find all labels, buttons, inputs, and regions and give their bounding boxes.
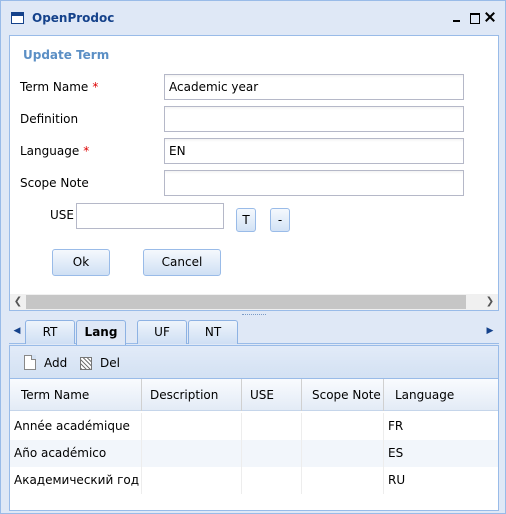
delete-button[interactable]: Del	[80, 354, 122, 372]
definition-input[interactable]	[164, 106, 464, 132]
window-icon	[11, 12, 24, 24]
cell-use	[242, 413, 302, 440]
required-marker: *	[83, 144, 90, 158]
cell-use	[242, 440, 302, 467]
scrollbar-thumb[interactable]	[26, 295, 466, 309]
cancel-button[interactable]: Cancel	[143, 249, 221, 276]
cell-use	[242, 467, 302, 494]
update-term-form: Update Term Term Name* Definition Langua…	[9, 35, 499, 311]
cell-scope-note	[302, 440, 384, 467]
languages-grid-panel: Add Del Term Name Description USE Scope …	[9, 345, 499, 511]
delete-icon	[80, 357, 92, 370]
table-row[interactable]: Année académique FR	[10, 413, 498, 440]
use-label: USE	[50, 208, 74, 222]
scroll-left-icon[interactable]: ❮	[10, 294, 26, 310]
cell-scope-note	[302, 413, 384, 440]
scope-note-input[interactable]	[164, 170, 464, 196]
add-button[interactable]: Add	[24, 354, 67, 372]
tab-scroll-left-icon[interactable]: ◀	[10, 323, 24, 339]
cell-description	[142, 467, 242, 494]
cell-scope-note	[302, 467, 384, 494]
cell-term-name: Año académico	[10, 440, 142, 467]
table-row[interactable]: Año académico ES	[10, 440, 498, 467]
column-header-language[interactable]: Language	[384, 379, 498, 411]
tab-strip: ◀ RT Lang UF NT ▶	[9, 318, 499, 345]
openprodoc-window: OpenProdoc Update Term Term Name* Defini…	[0, 0, 506, 514]
title-bar[interactable]: OpenProdoc	[1, 1, 505, 35]
select-term-button[interactable]: T	[236, 208, 256, 232]
tab-lang[interactable]: Lang	[76, 320, 126, 345]
language-input[interactable]	[164, 138, 464, 164]
use-input[interactable]	[76, 203, 224, 229]
horizontal-scrollbar[interactable]: ❮ ❯	[10, 294, 498, 310]
tab-nt[interactable]: NT	[188, 320, 238, 344]
cell-description	[142, 440, 242, 467]
grid-header: Term Name Description USE Scope Note Lan…	[10, 379, 498, 411]
column-header-description[interactable]: Description	[142, 379, 242, 411]
required-marker: *	[92, 80, 99, 94]
term-name-label: Term Name *	[20, 80, 99, 94]
cell-language: RU	[388, 473, 406, 487]
ok-button[interactable]: Ok	[52, 249, 110, 276]
form-heading: Update Term	[23, 48, 110, 62]
cell-term-name: Année académique	[10, 413, 142, 440]
close-icon[interactable]	[483, 10, 497, 24]
window-title: OpenProdoc	[32, 11, 115, 25]
cell-language: ES	[388, 446, 404, 460]
cell-description	[142, 413, 242, 440]
column-header-use[interactable]: USE	[242, 379, 302, 411]
table-row[interactable]: Академический год RU	[10, 467, 498, 494]
column-header-term-name[interactable]: Term Name	[10, 379, 142, 411]
minimize-icon[interactable]	[450, 10, 464, 24]
tab-uf[interactable]: UF	[137, 320, 187, 344]
maximize-icon[interactable]	[467, 10, 481, 24]
panel-splitter[interactable]	[1, 312, 505, 317]
cell-term-name: Академический год	[10, 467, 142, 494]
cell-language: FR	[388, 419, 404, 433]
scope-note-label: Scope Note	[20, 176, 89, 190]
column-header-scope-note[interactable]: Scope Note	[302, 379, 384, 411]
tab-scroll-right-icon[interactable]: ▶	[483, 323, 497, 339]
grid-toolbar: Add Del	[10, 346, 498, 379]
tab-rt[interactable]: RT	[25, 320, 75, 344]
clear-use-button[interactable]: -	[270, 208, 290, 232]
scroll-right-icon[interactable]: ❯	[482, 294, 498, 310]
new-document-icon	[24, 355, 36, 370]
definition-label: Definition	[20, 112, 79, 126]
language-label: Language *	[20, 144, 90, 158]
term-name-input[interactable]	[164, 74, 464, 100]
